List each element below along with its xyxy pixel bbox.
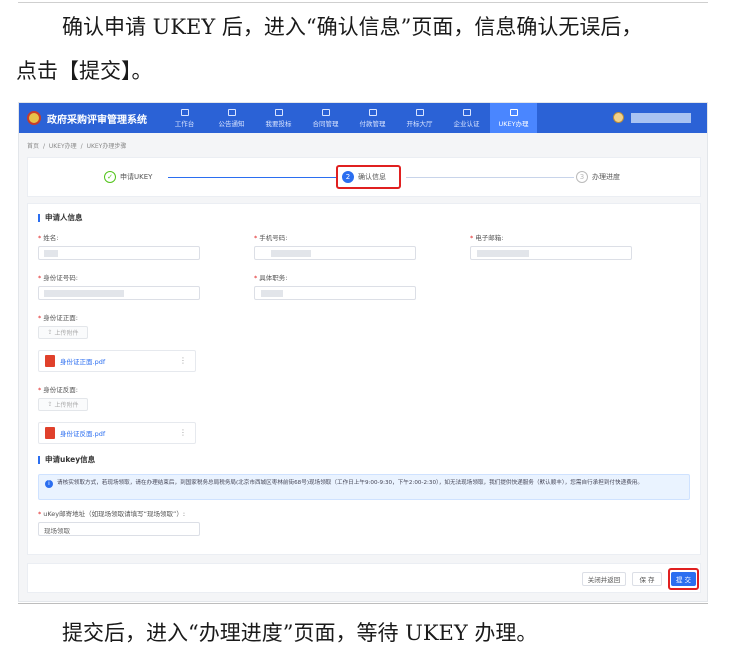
id-front-label: * 身份证正面: <box>38 314 78 322</box>
upload-id-back-button[interactable]: ⇪ 上传附件 <box>38 398 88 411</box>
nav-item-bid-hall[interactable]: 开标大厅 <box>396 103 443 133</box>
email-label: * 电子邮箱: <box>470 234 504 242</box>
notice-icon <box>227 108 236 116</box>
position-field[interactable] <box>254 286 416 300</box>
email-field[interactable] <box>470 246 632 260</box>
top-navigation-bar: 政府采购评审管理系统 工作台 公告通知 我要投标 合同管理 付款管理 开标大厅 … <box>19 103 707 133</box>
more-options-icon[interactable]: ⋮ <box>179 428 187 437</box>
nav-item-workbench[interactable]: 工作台 <box>161 103 208 133</box>
nav-item-payments[interactable]: 付款管理 <box>349 103 396 133</box>
highlight-submit-button <box>668 568 699 590</box>
section-title-ukey: 申请ukey信息 <box>38 456 95 464</box>
info-icon: i <box>45 480 53 488</box>
phone-label: * 手机号码: <box>254 234 288 242</box>
step-connector <box>168 177 336 178</box>
id-number-label: * 身份证号码: <box>38 274 78 282</box>
form-card: 申请人信息 * 姓名: * 手机号码: * 电子邮箱: * 身份证号码: * 具体职务: … <box>27 203 701 555</box>
ukey-icon <box>509 108 518 116</box>
file-name[interactable]: 身份证反面.pdf <box>60 428 105 438</box>
check-icon: ✓ <box>104 171 116 183</box>
highlight-confirm-step <box>336 165 401 189</box>
more-options-icon[interactable]: ⋮ <box>179 356 187 365</box>
bottom-rule <box>18 603 708 604</box>
name-label: * 姓名: <box>38 234 59 242</box>
nav-item-contracts[interactable]: 合同管理 <box>302 103 349 133</box>
address-field[interactable]: 现场领取 <box>38 522 200 536</box>
step-label: 办理进度 <box>592 173 620 181</box>
phone-field[interactable] <box>254 246 416 260</box>
name-field[interactable] <box>38 246 200 260</box>
main-nav: 工作台 公告通知 我要投标 合同管理 付款管理 开标大厅 企业认证 UKEY办理 <box>161 103 537 133</box>
step-label: 申请UKEY <box>120 173 153 181</box>
breadcrumb-ukey[interactable]: UKEY办理 <box>49 143 77 150</box>
action-bar: 关闭并返回 保 存 提 交 <box>27 563 701 593</box>
step-number: 3 <box>576 171 588 183</box>
step-apply-ukey: ✓ 申请UKEY <box>104 171 152 183</box>
address-label: * uKey邮寄地址（如现场领取请填写“现场领取”）: <box>38 510 186 518</box>
top-rule <box>18 2 708 3</box>
instruction-paragraph-2: 点击【提交】。 <box>16 59 153 83</box>
user-avatar-icon[interactable] <box>613 112 624 123</box>
breadcrumb-current: UKEY办理步骤 <box>86 143 127 150</box>
payment-icon <box>368 108 377 116</box>
nav-item-ukey[interactable]: UKEY办理 <box>490 103 537 133</box>
breadcrumb-home[interactable]: 首页 <box>27 143 39 150</box>
hall-icon <box>415 108 424 116</box>
breadcrumb: 首页 / UKEY办理 / UKEY办理步骤 <box>27 141 128 150</box>
nav-item-notices[interactable]: 公告通知 <box>208 103 255 133</box>
step-connector <box>406 177 574 178</box>
step-progress: 3 办理进度 <box>576 171 620 183</box>
id-number-field[interactable] <box>38 286 200 300</box>
app-screenshot: 政府采购评审管理系统 工作台 公告通知 我要投标 合同管理 付款管理 开标大厅 … <box>18 102 708 602</box>
bid-icon <box>274 108 283 116</box>
verify-icon <box>462 108 471 116</box>
steps-progress: ✓ 申请UKEY 2 确认信息 3 办理进度 <box>27 157 701 197</box>
file-id-front[interactable]: 身份证正面.pdf ⋮ <box>38 350 196 372</box>
section-title-applicant: 申请人信息 <box>38 214 83 222</box>
breadcrumb-separator: / <box>80 143 83 150</box>
id-back-label: * 身份证反面: <box>38 386 78 394</box>
instruction-paragraph-3: 提交后，进入“办理进度”页面，等待 UKEY 办理。 <box>62 621 538 645</box>
close-return-button[interactable]: 关闭并返回 <box>582 572 626 586</box>
nav-item-enterprise-verify[interactable]: 企业认证 <box>443 103 490 133</box>
file-name[interactable]: 身份证正面.pdf <box>60 356 105 366</box>
emblem-icon <box>27 111 41 125</box>
instruction-paragraph-1: 确认申请 UKEY 后，进入“确认信息”页面，信息确认无误后， <box>62 15 643 39</box>
system-title: 政府采购评审管理系统 <box>47 114 147 126</box>
save-button[interactable]: 保 存 <box>632 572 662 586</box>
pdf-icon <box>45 427 55 439</box>
position-label: * 具体职务: <box>254 274 288 282</box>
dashboard-icon <box>180 108 189 116</box>
pickup-notice: i 请核实领取方式，若现场领取，请在办理结束后，到国家税务总局税务局(北京市西城… <box>38 474 690 500</box>
upload-id-front-button[interactable]: ⇪ 上传附件 <box>38 326 88 339</box>
nav-item-bidding[interactable]: 我要投标 <box>255 103 302 133</box>
pdf-icon <box>45 355 55 367</box>
user-name-redacted[interactable] <box>631 113 691 123</box>
breadcrumb-separator: / <box>42 143 45 150</box>
file-id-back[interactable]: 身份证反面.pdf ⋮ <box>38 422 196 444</box>
notice-text: 请核实领取方式，若现场领取，请在办理结束后，到国家税务总局税务局(北京市西城区枣… <box>57 480 643 486</box>
contract-icon <box>321 108 330 116</box>
